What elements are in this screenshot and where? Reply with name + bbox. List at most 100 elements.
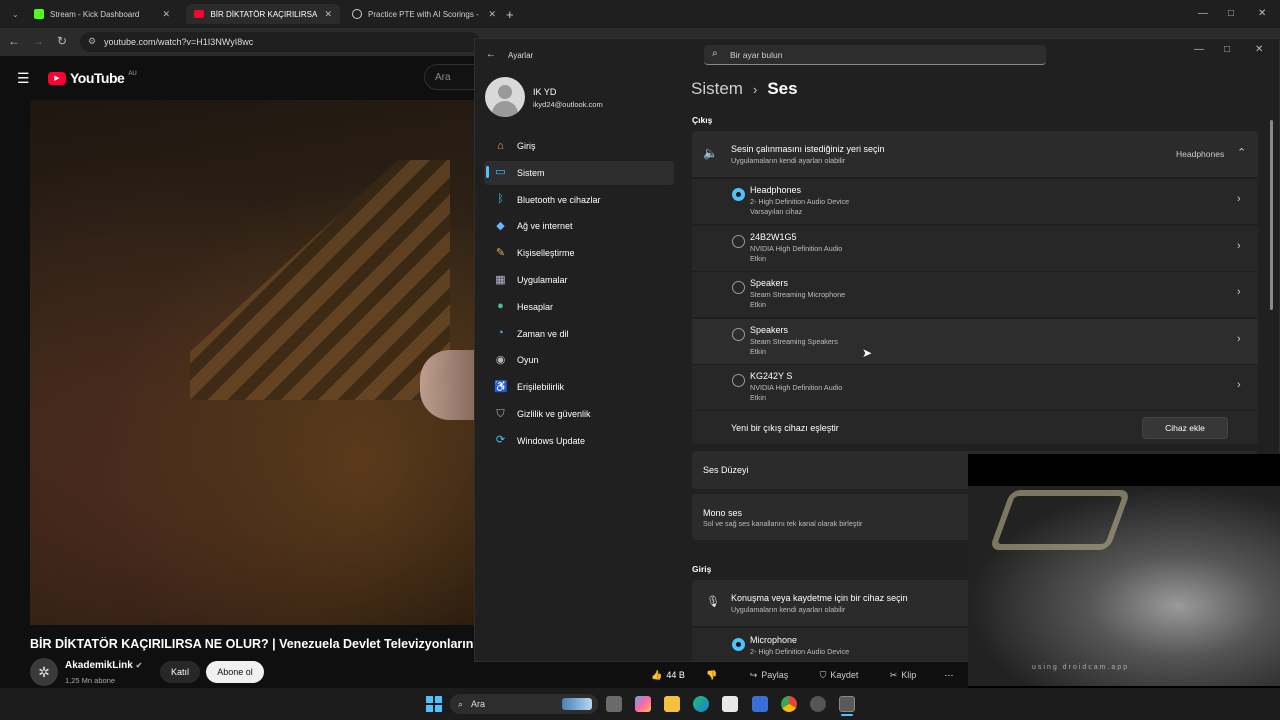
url-input[interactable]: ⚙ youtube.com/watch?v=H1I3NWyI8wc bbox=[80, 32, 480, 52]
nav-item-bluetooth-ve-cihazlar[interactable]: ᛒ Bluetooth ve cihazlar bbox=[484, 188, 674, 212]
subscribe-button[interactable]: Abone ol bbox=[206, 661, 264, 683]
join-button[interactable]: Katıl bbox=[160, 661, 200, 683]
clip-button[interactable]: ✂ Klip bbox=[882, 664, 924, 686]
clock-globe-icon: ◔ bbox=[497, 327, 504, 340]
close-icon[interactable]: ✕ bbox=[1258, 8, 1266, 19]
close-tab-icon[interactable]: ✕ bbox=[488, 9, 496, 20]
avatar-body bbox=[492, 101, 518, 117]
accessibility-icon: ♿ bbox=[494, 380, 508, 393]
reload-icon[interactable]: ↻ bbox=[54, 34, 70, 48]
nav-item-zaman-ve-dil[interactable]: ◔ Zaman ve dil bbox=[484, 322, 674, 346]
new-tab-button[interactable]: + bbox=[506, 7, 514, 22]
chevron-right-icon[interactable]: › bbox=[1237, 286, 1241, 298]
nav-item-kişiselleştirme[interactable]: ✎ Kişiselleştirme bbox=[484, 241, 674, 265]
settings-search-input[interactable]: ⌕ Bir ayar bulun bbox=[704, 45, 1046, 65]
dislike-button[interactable]: 👎 bbox=[700, 664, 724, 686]
nav-item-windows-update[interactable]: ⟳ Windows Update bbox=[484, 429, 674, 453]
close-tab-icon[interactable]: ✕ bbox=[324, 9, 332, 20]
channel-avatar[interactable]: ✲ bbox=[30, 658, 58, 686]
add-device-label: Cihaz ekle bbox=[1165, 423, 1205, 433]
device-name: KG242Y S bbox=[750, 371, 793, 381]
device-radio[interactable] bbox=[732, 327, 745, 341]
task-view-icon[interactable] bbox=[606, 696, 622, 712]
pair-output-row: Yeni bir çıkış cihazı eşleştir Cihaz ekl… bbox=[692, 410, 1258, 444]
windows-start-icon[interactable] bbox=[426, 696, 442, 712]
settings-close-icon[interactable]: ✕ bbox=[1255, 44, 1263, 55]
search-highlight-icon bbox=[562, 698, 592, 710]
store-icon[interactable] bbox=[722, 696, 738, 712]
edge-icon[interactable] bbox=[693, 696, 709, 712]
nav-item-oyun[interactable]: ◉ Oyun bbox=[484, 348, 674, 372]
menu-icon[interactable]: ☰ bbox=[17, 70, 30, 87]
youtube-search-input[interactable]: Ara bbox=[424, 64, 480, 90]
chevron-right-icon[interactable]: › bbox=[1237, 240, 1241, 252]
chevron-right-icon[interactable]: › bbox=[1237, 379, 1241, 391]
logo-text: YouTube bbox=[70, 70, 125, 86]
device-radio[interactable] bbox=[732, 374, 745, 387]
chevron-right-icon[interactable]: › bbox=[1237, 193, 1241, 205]
nav-item-hesaplar[interactable]: ● Hesaplar bbox=[484, 295, 674, 319]
nav-item-label: Uygulamalar bbox=[517, 275, 568, 285]
output-device-row[interactable]: Headphones 2- High Definition Audio Devic… bbox=[692, 178, 1258, 224]
forward-arrow-icon[interactable]: → bbox=[30, 34, 46, 48]
close-tab-icon[interactable]: ✕ bbox=[162, 9, 170, 20]
output-device-row[interactable]: KG242Y S NVIDIA High Definition Audio Etki… bbox=[692, 364, 1258, 410]
input-section-header: Giriş bbox=[692, 564, 712, 574]
video-title: BİR DİKTATÖR KAÇIRILIRSA NE OLUR? | Vene… bbox=[30, 637, 474, 651]
output-device-row[interactable]: Speakers Steam Streaming Microphone Etkin › bbox=[692, 271, 1258, 317]
settings-maximize-icon[interactable]: □ bbox=[1224, 44, 1230, 55]
add-device-button[interactable]: Cihaz ekle bbox=[1142, 417, 1228, 439]
output-selected-value: Headphones bbox=[1176, 149, 1225, 159]
file-explorer-icon[interactable] bbox=[664, 696, 680, 712]
nav-item-uygulamalar[interactable]: ▦ Uygulamalar bbox=[484, 268, 674, 292]
output-device-row[interactable]: 24B2W1G5 NVIDIA High Definition Audio Etki… bbox=[692, 224, 1258, 271]
taskbar-search[interactable]: ⌕ Ara bbox=[450, 694, 598, 714]
chevron-right-icon[interactable]: › bbox=[1237, 333, 1241, 345]
chrome-icon[interactable] bbox=[781, 696, 797, 712]
output-device-row[interactable]: Speakers Steam Streaming Speakers Etkin › bbox=[692, 317, 1258, 364]
app-icon[interactable] bbox=[810, 696, 826, 712]
breadcrumb-sistem[interactable]: Sistem bbox=[691, 79, 743, 99]
more-actions-button[interactable]: ⋯ bbox=[938, 664, 960, 686]
chevron-up-icon[interactable]: ⌃ bbox=[1237, 146, 1246, 159]
search-icon: ⌕ bbox=[458, 698, 464, 709]
settings-minimize-icon[interactable]: — bbox=[1194, 44, 1204, 55]
youtube-logo[interactable]: ▶ YouTube AU bbox=[48, 70, 137, 86]
copilot-icon[interactable] bbox=[635, 696, 651, 712]
tab-youtube[interactable]: BİR DİKTATÖR KAÇIRILIRSA NE ✕ bbox=[186, 4, 340, 24]
nav-item-label: Ağ ve internet bbox=[517, 221, 573, 232]
mono-subtitle: Sol ve sağ ses kanallarını tek kanal ola… bbox=[703, 519, 863, 528]
save-button[interactable]: ⛉ Kaydet bbox=[812, 664, 866, 686]
nav-item-gizlilik-ve-güvenlik[interactable]: ⛉ Gizlilik ve güvenlik bbox=[484, 402, 674, 426]
back-arrow-icon[interactable]: ← bbox=[6, 34, 22, 48]
channel-name[interactable]: AkademikLink ✔ bbox=[65, 660, 142, 671]
tab-list-button[interactable]: ⌄ bbox=[4, 4, 20, 24]
site-info-icon[interactable]: ⚙ bbox=[88, 36, 96, 47]
device-radio[interactable] bbox=[732, 281, 745, 294]
pair-label: Yeni bir çıkış cihazı eşleştir bbox=[731, 423, 839, 433]
tab-kick[interactable]: Stream - Kick Dashboard ✕ bbox=[26, 4, 178, 24]
share-button[interactable]: ↪ Paylaş bbox=[742, 664, 796, 686]
input-radio[interactable] bbox=[732, 638, 745, 651]
tab-label: Practice PTE with AI Scorings - bbox=[368, 9, 479, 19]
nav-item-sistem[interactable]: ▭ Sistem bbox=[484, 160, 674, 185]
output-device-selector[interactable]: 🔈 Sesin çalınmasını istediğiniz yeri seç… bbox=[692, 131, 1258, 177]
update-icon: ⟳ bbox=[495, 434, 506, 447]
verified-icon: ✔ bbox=[135, 661, 143, 670]
settings-scrollbar[interactable] bbox=[1270, 120, 1273, 310]
nav-item-ağ-ve-internet[interactable]: ◆ Ağ ve internet bbox=[484, 214, 674, 238]
nav-item-erişilebilirlik[interactable]: ♿ Erişilebilirlik bbox=[484, 375, 674, 399]
like-button[interactable]: 👍 44 B bbox=[644, 664, 692, 686]
back-arrow-icon[interactable]: ← bbox=[486, 49, 496, 60]
device-radio[interactable] bbox=[732, 234, 745, 248]
minimize-icon[interactable]: — bbox=[1198, 8, 1208, 19]
mail-icon[interactable] bbox=[752, 696, 768, 712]
join-label: Katıl bbox=[170, 667, 189, 677]
tab-pte[interactable]: Practice PTE with AI Scorings - ✕ bbox=[344, 4, 504, 24]
device-radio[interactable] bbox=[732, 188, 745, 201]
nav-item-giriş[interactable]: ⌂ Giriş bbox=[484, 134, 674, 158]
maximize-icon[interactable]: □ bbox=[1228, 8, 1234, 19]
settings-gear-icon[interactable] bbox=[839, 696, 855, 712]
subscribe-label: Abone ol bbox=[217, 667, 253, 677]
user-avatar[interactable] bbox=[485, 77, 525, 117]
